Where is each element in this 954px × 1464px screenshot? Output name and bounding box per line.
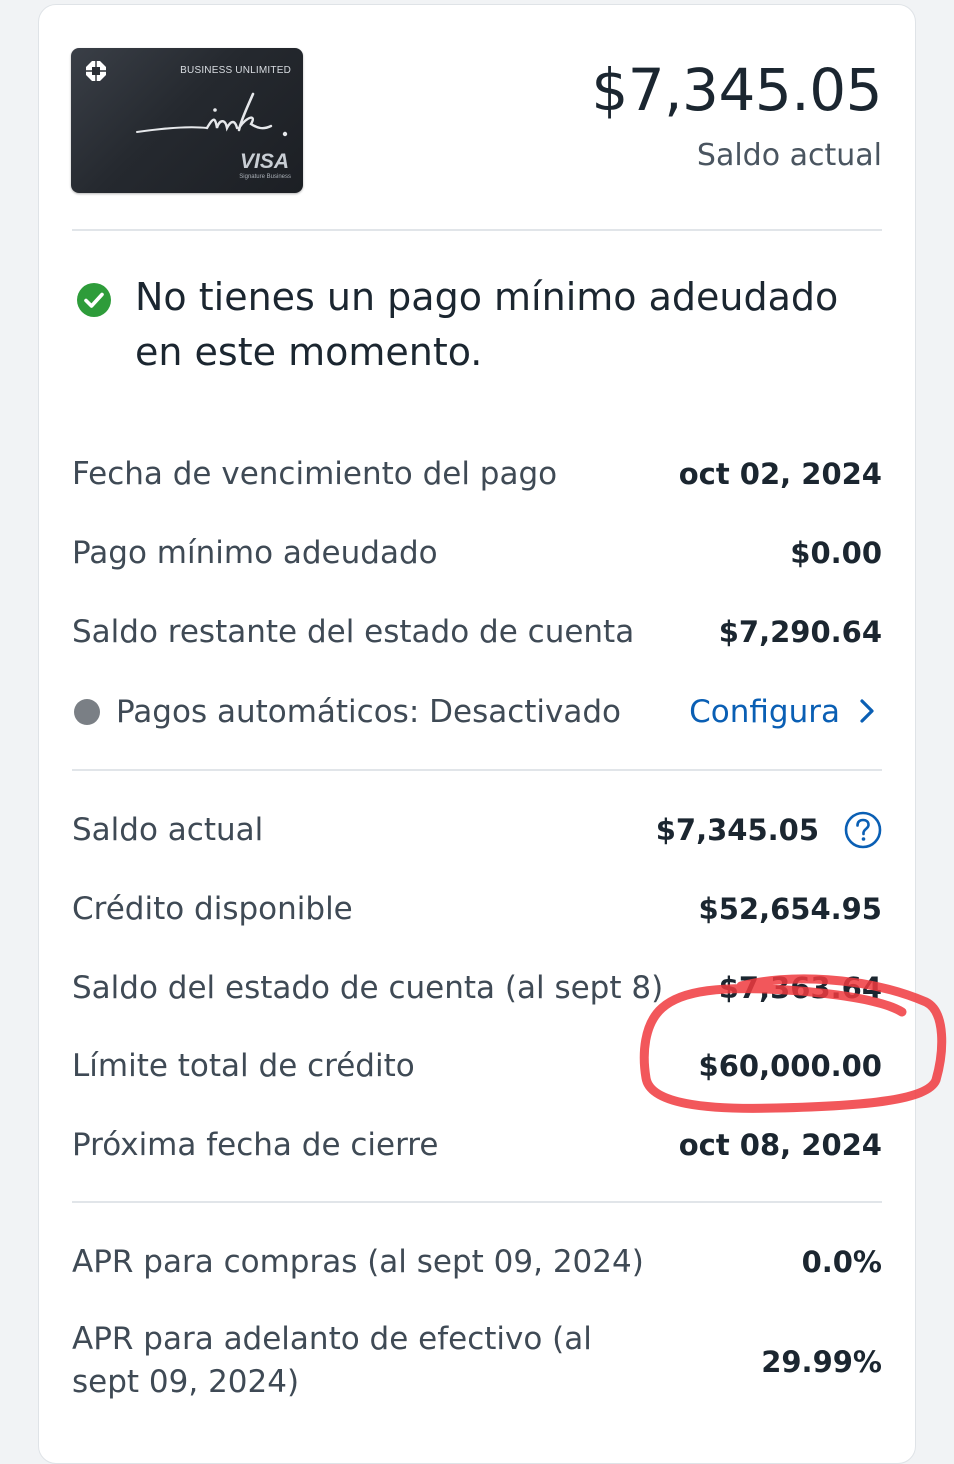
row-label: Próxima fecha de cierre <box>72 1127 439 1163</box>
current-balance-row: Saldo actual $7,345.05 <box>72 800 882 860</box>
purchase-apr-row: APR para compras (al sept 09, 2024) 0.0% <box>72 1232 882 1292</box>
remaining-statement-balance-row: Saldo restante del estado de cuenta $7,2… <box>72 602 882 662</box>
row-label: Límite total de crédito <box>72 1048 415 1084</box>
row-label: Saldo restante del estado de cuenta <box>72 614 635 650</box>
ink-wordmark-icon <box>136 92 288 137</box>
row-label: Pago mínimo adeudado <box>72 535 438 571</box>
credit-card-image: BUSINESS UNLIMITED VISA Signature Busine… <box>71 48 303 193</box>
row-label: Fecha de vencimiento del pago <box>72 456 558 492</box>
row-label: Crédito disponible <box>72 891 353 927</box>
row-value: oct 02, 2024 <box>678 457 882 491</box>
total-credit-limit-row: Límite total de crédito $60,000.00 <box>72 1036 882 1096</box>
row-value: $7,363.64 <box>718 971 882 1005</box>
available-credit-row: Crédito disponible $52,654.95 <box>72 879 882 939</box>
configure-autopay-link[interactable]: Configura <box>689 682 882 742</box>
row-value: $52,654.95 <box>698 892 882 926</box>
chevron-right-icon[interactable] <box>852 696 882 726</box>
check-circle-icon <box>77 283 111 317</box>
divider <box>72 769 882 771</box>
payment-due-date-row: Fecha de vencimiento del pago oct 02, 20… <box>72 444 882 504</box>
bank-octagon-logo-icon <box>86 61 106 81</box>
no-minimum-payment-message: No tienes un pago mínimo adeudado en est… <box>135 275 839 374</box>
question-circle-icon[interactable] <box>844 811 882 849</box>
current-balance-amount: $7,345.05 <box>591 56 882 124</box>
configure-label[interactable]: Configura <box>689 694 840 730</box>
row-label: Saldo actual <box>72 812 264 848</box>
autopay-label: Pagos automáticos: Desactivado <box>116 694 622 730</box>
row-value: $7,345.05 <box>655 813 819 847</box>
row-value: 29.99% <box>761 1345 882 1379</box>
card-network-sub: Signature Business <box>239 174 291 180</box>
row-value: $7,290.64 <box>718 615 882 649</box>
divider <box>72 1201 882 1203</box>
card-network-logo: VISA <box>239 150 289 173</box>
row-label: Saldo del estado de cuenta (al sept 8) <box>72 970 664 1006</box>
row-value: $0.00 <box>790 536 882 570</box>
next-closing-date-row: Próxima fecha de cierre oct 08, 2024 <box>72 1115 882 1175</box>
current-balance-label: Saldo actual <box>696 138 882 173</box>
row-value: oct 08, 2024 <box>678 1128 882 1162</box>
row-value: $60,000.00 <box>698 1049 882 1083</box>
statement-balance-row: Saldo del estado de cuenta (al sept 8) $… <box>72 958 882 1018</box>
status-dot-icon <box>74 698 100 725</box>
autopay-status: Pagos automáticos: Desactivado <box>72 682 621 742</box>
card-brand-line: BUSINESS UNLIMITED <box>180 65 291 76</box>
cash-advance-apr-row: APR para adelanto de efectivo (al sept 0… <box>72 1312 882 1412</box>
row-label: APR para adelanto de efectivo (al sept 0… <box>72 1321 592 1400</box>
row-value: 0.0% <box>801 1245 882 1279</box>
row-label: APR para compras (al sept 09, 2024) <box>72 1244 644 1280</box>
divider <box>72 229 882 231</box>
autopay-row: Pagos automáticos: Desactivado Configura <box>72 682 882 742</box>
minimum-payment-row: Pago mínimo adeudado $0.00 <box>72 523 882 583</box>
